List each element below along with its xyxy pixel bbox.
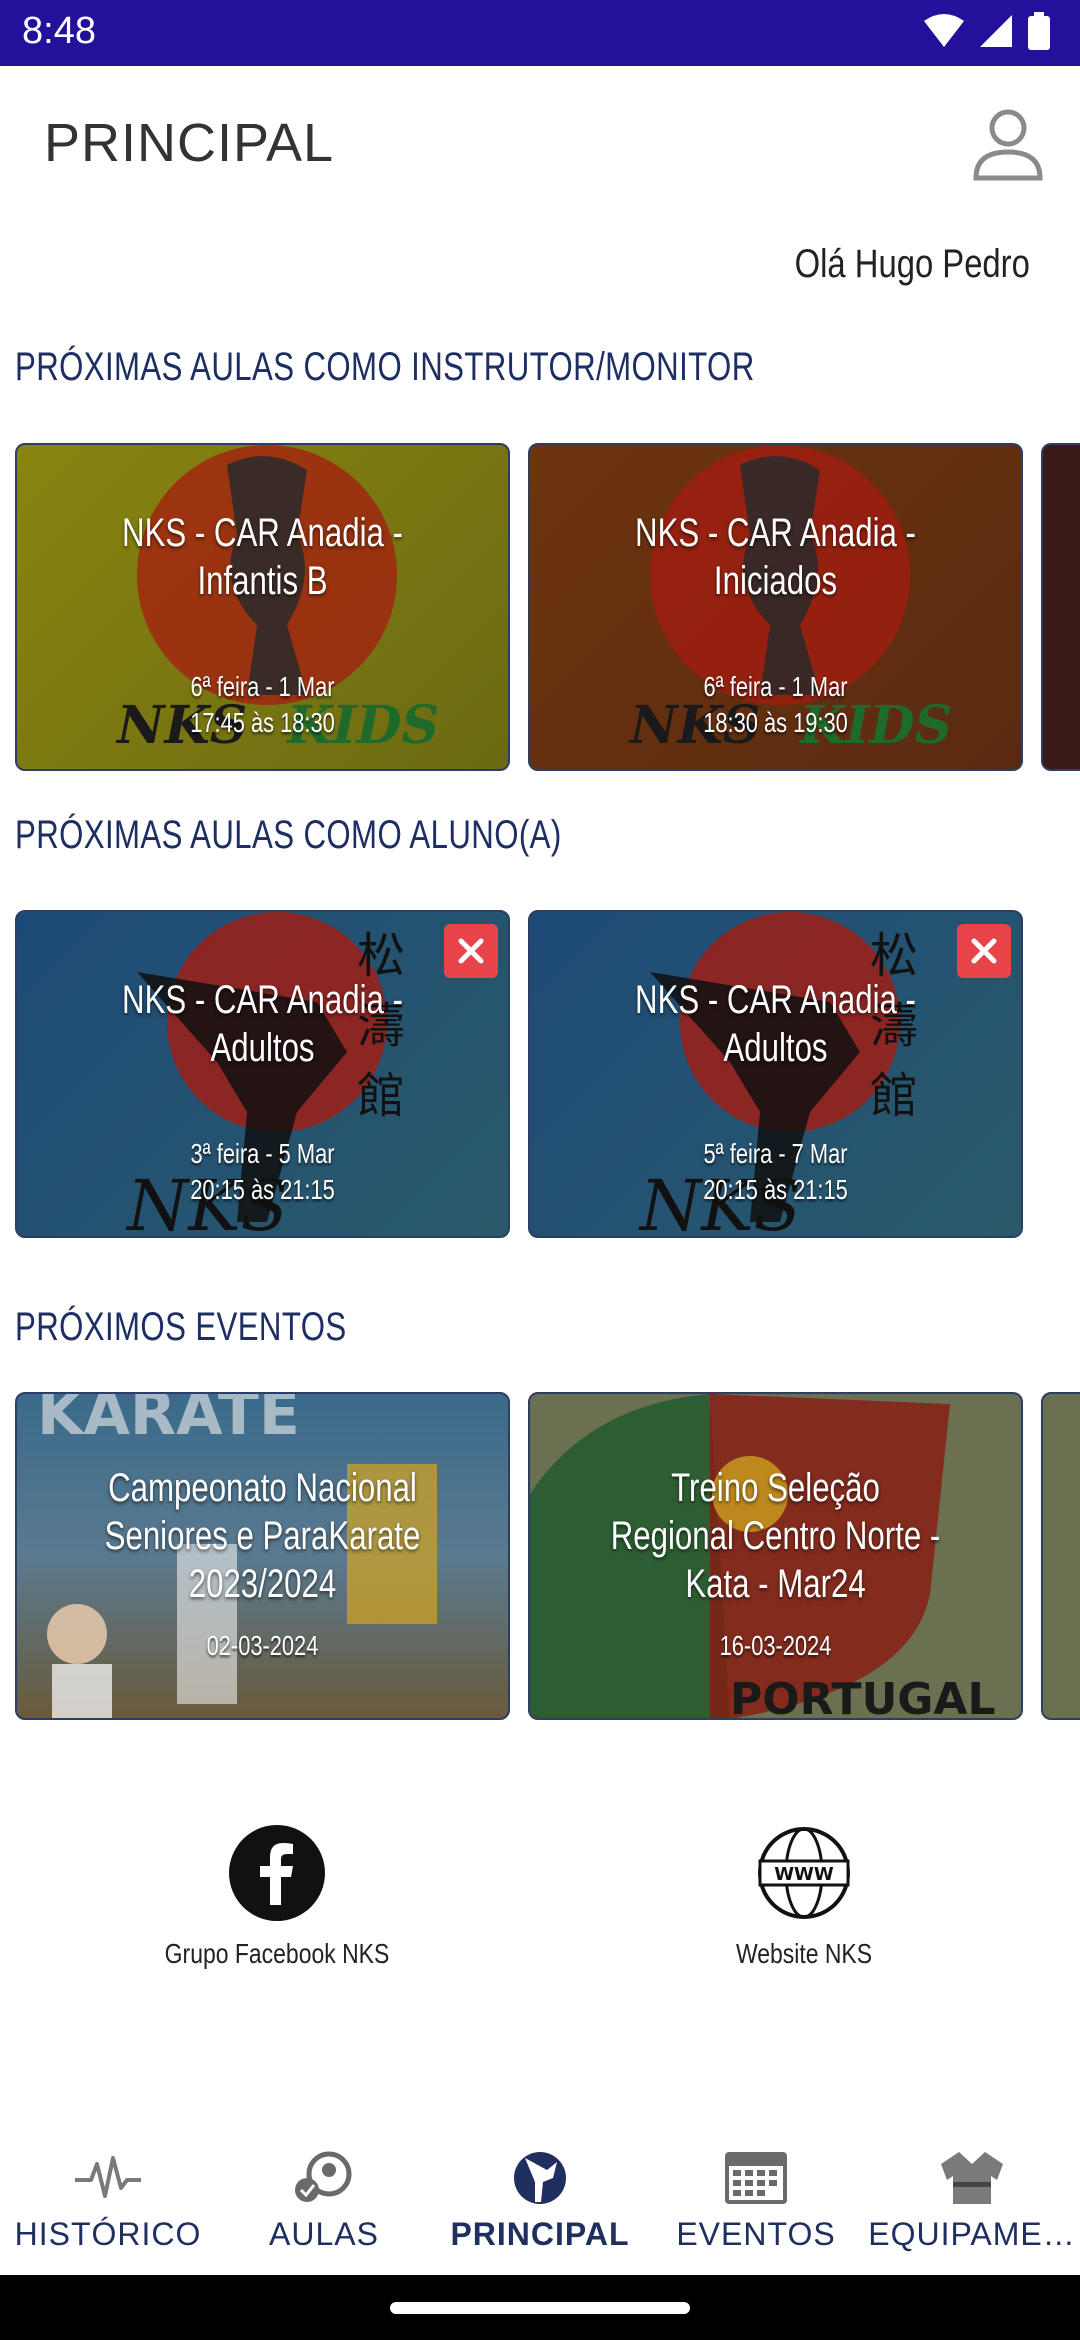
event-card[interactable]: KARATE Campeonato Nacional Seniores e Pa… (15, 1392, 510, 1720)
close-icon (458, 938, 484, 964)
nav-item-historico[interactable]: HISTÓRICO (0, 2120, 216, 2275)
close-icon (971, 938, 997, 964)
website-link[interactable]: WWW Website NKS (654, 1825, 954, 1970)
class-card[interactable]: NKS KIDS NKS - CAR Anadia - Iniciados 6ª… (528, 443, 1023, 771)
class-card-partial[interactable] (1041, 443, 1080, 771)
class-time: 20:15 às 21:15 (190, 1174, 335, 1205)
signal-icon (980, 15, 1012, 47)
activity-icon (75, 2156, 141, 2198)
class-title: NKS - CAR Anadia - Infantis B (122, 511, 403, 603)
nav-item-eventos[interactable]: EVENTOS (648, 2120, 864, 2275)
class-time: 18:30 às 19:30 (703, 707, 848, 738)
class-date: 6ª feira - 1 Mar (190, 671, 335, 702)
class-title: NKS - CAR Anadia - Iniciados (635, 511, 916, 603)
profile-button[interactable] (966, 100, 1050, 184)
facebook-icon (229, 1825, 325, 1921)
greeting-text: Olá Hugo Pedro (794, 242, 1030, 286)
classes-icon (295, 2151, 352, 2202)
events-carousel[interactable]: KARATE Campeonato Nacional Seniores e Pa… (15, 1392, 1080, 1722)
event-date: 16-03-2024 (719, 1630, 832, 1661)
nav-item-principal[interactable]: PRINCIPAL (432, 2120, 648, 2275)
class-time: 20:15 às 21:15 (703, 1174, 848, 1205)
student-classes-carousel[interactable]: 松 濤 館 NKS NKS - CAR Anadia - Adultos 3ª … (15, 910, 1080, 1240)
cancel-class-button[interactable] (957, 924, 1011, 978)
class-title: NKS - CAR Anadia - Adultos (635, 978, 916, 1070)
nav-label: HISTÓRICO (14, 2216, 202, 2252)
kimono-icon (941, 2152, 1003, 2204)
calendar-icon (725, 2152, 787, 2204)
class-card[interactable]: NKS KIDS NKS - CAR Anadia - Infantis B 6… (15, 443, 510, 771)
nav-label: AULAS (269, 2216, 379, 2252)
status-time: 8:48 (22, 10, 96, 52)
cancel-class-button[interactable] (444, 924, 498, 978)
class-date: 6ª feira - 1 Mar (703, 671, 848, 702)
event-date: 02-03-2024 (206, 1630, 319, 1661)
facebook-link[interactable]: Grupo Facebook NKS (127, 1825, 427, 1970)
class-date: 5ª feira - 7 Mar (703, 1138, 848, 1169)
svg-text:館: 館 (870, 1068, 918, 1124)
facebook-label: Grupo Facebook NKS (164, 1938, 390, 1969)
instructor-classes-carousel[interactable]: NKS KIDS NKS - CAR Anadia - Infantis B 6… (15, 443, 1080, 773)
page-title: PRINCIPAL (44, 113, 335, 173)
user-icon (973, 109, 1043, 181)
status-icons (924, 12, 1050, 50)
section-title-student: PRÓXIMAS AULAS COMO ALUNO(A) (15, 813, 562, 857)
app-bar: PRINCIPAL (0, 66, 1080, 226)
event-card[interactable]: PORTUGAL Treino Seleção Regional Centro … (528, 1392, 1023, 1720)
class-date: 3ª feira - 5 Mar (190, 1138, 335, 1169)
nav-label: EQUIPAME… (868, 2216, 1076, 2252)
svg-text:KARATE: KARATE (37, 1394, 300, 1449)
wifi-icon (924, 14, 964, 47)
nav-label: PRINCIPAL (450, 2216, 630, 2252)
event-title: Campeonato Nacional Seniores e ParaKarat… (104, 1466, 421, 1606)
status-bar: 8:48 (0, 0, 1080, 66)
class-card[interactable]: 松 濤 館 NKS NKS - CAR Anadia - Adultos 3ª … (15, 910, 510, 1238)
nav-item-aulas[interactable]: AULAS (216, 2120, 432, 2275)
class-time: 17:45 às 18:30 (190, 707, 335, 738)
home-gesture-handle[interactable] (390, 2302, 690, 2314)
gesture-bar (0, 2275, 1080, 2340)
section-title-events: PRÓXIMOS EVENTOS (15, 1305, 347, 1349)
karate-kick-icon (514, 2152, 566, 2204)
event-card-partial[interactable]: T (1041, 1392, 1080, 1720)
website-label: Website NKS (735, 1938, 873, 1969)
svg-text:PORTUGAL: PORTUGAL (730, 1674, 996, 1720)
globe-www-icon: WWW (758, 1827, 850, 1919)
section-title-instructor: PRÓXIMAS AULAS COMO INSTRUTOR/MONITOR (15, 345, 755, 389)
class-card[interactable]: 松 濤 館 NKS NKS - CAR Anadia - Adultos 5ª … (528, 910, 1023, 1238)
nav-label: EVENTOS (676, 2216, 836, 2252)
battery-icon (1028, 12, 1050, 50)
bottom-navigation: HISTÓRICO AULAS PRINCIPAL EVENTOS EQUIPA… (0, 2120, 1080, 2275)
nav-item-equipamento[interactable]: EQUIPAME… (864, 2120, 1080, 2275)
svg-text:館: 館 (357, 1068, 405, 1124)
svg-text:WWW: WWW (774, 1864, 834, 1885)
class-title: NKS - CAR Anadia - Adultos (122, 978, 403, 1070)
event-title: Treino Seleção Regional Centro Norte - K… (610, 1466, 941, 1606)
